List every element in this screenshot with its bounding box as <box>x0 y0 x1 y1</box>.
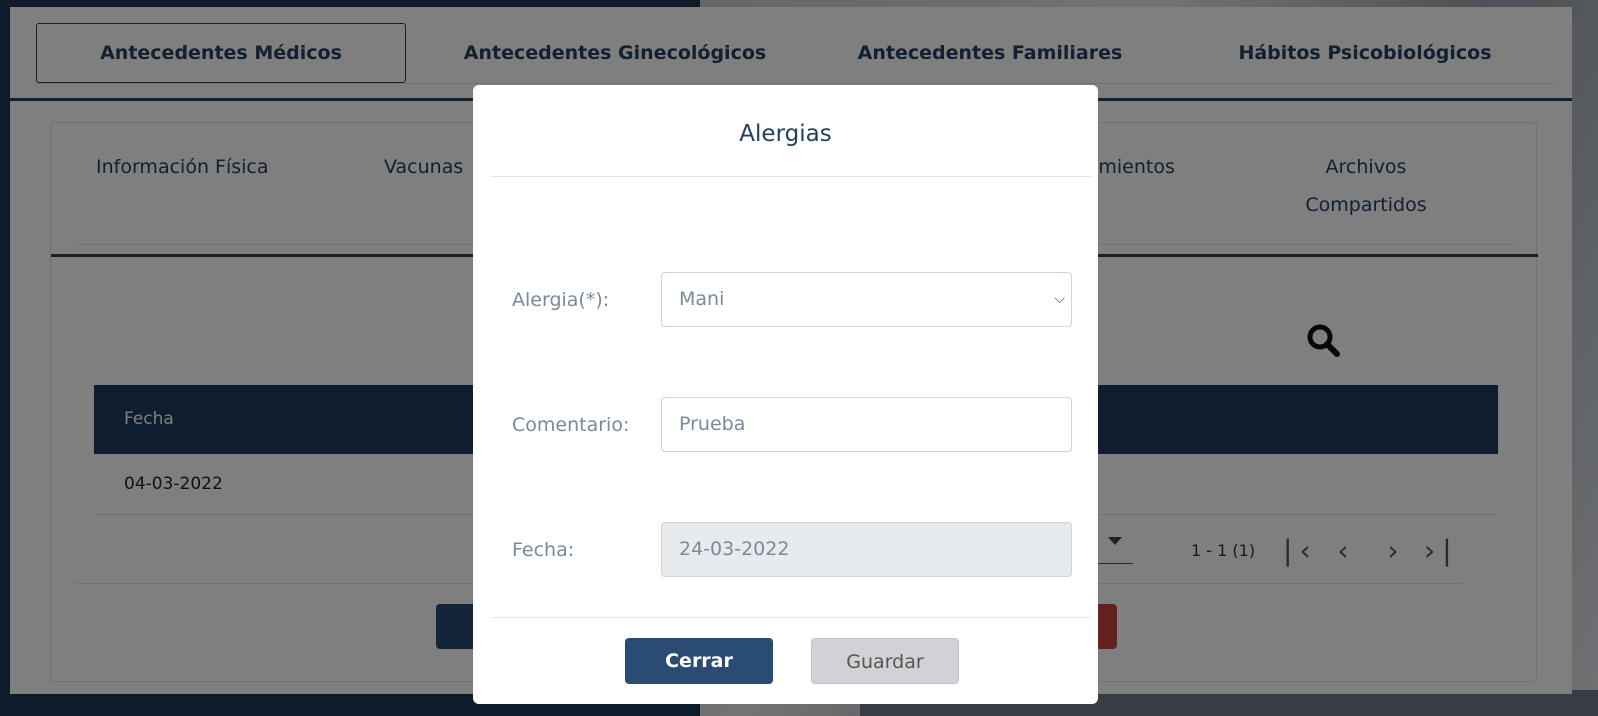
date-input-value: 24-03-2022 <box>679 538 790 560</box>
modal-header-divider <box>491 176 1091 177</box>
close-button[interactable]: Cerrar <box>625 638 773 684</box>
chevron-down-icon: ⌵ <box>1054 291 1065 307</box>
allergy-modal: Alergias Alergia(*): Mani ⌵ Comentario: … <box>473 85 1098 704</box>
comment-label: Comentario: <box>512 414 630 436</box>
date-input: 24-03-2022 <box>661 522 1072 577</box>
comment-input-value: Prueba <box>679 413 746 435</box>
modal-title: Alergias <box>739 121 832 147</box>
allergy-label: Alergia(*): <box>512 289 610 311</box>
allergy-select-value: Mani <box>679 288 725 310</box>
modal-footer-divider <box>491 617 1091 618</box>
date-label: Fecha: <box>512 539 575 561</box>
allergy-select[interactable]: Mani ⌵ <box>661 272 1072 327</box>
save-button[interactable]: Guardar <box>811 638 959 684</box>
comment-input[interactable]: Prueba <box>661 397 1072 452</box>
